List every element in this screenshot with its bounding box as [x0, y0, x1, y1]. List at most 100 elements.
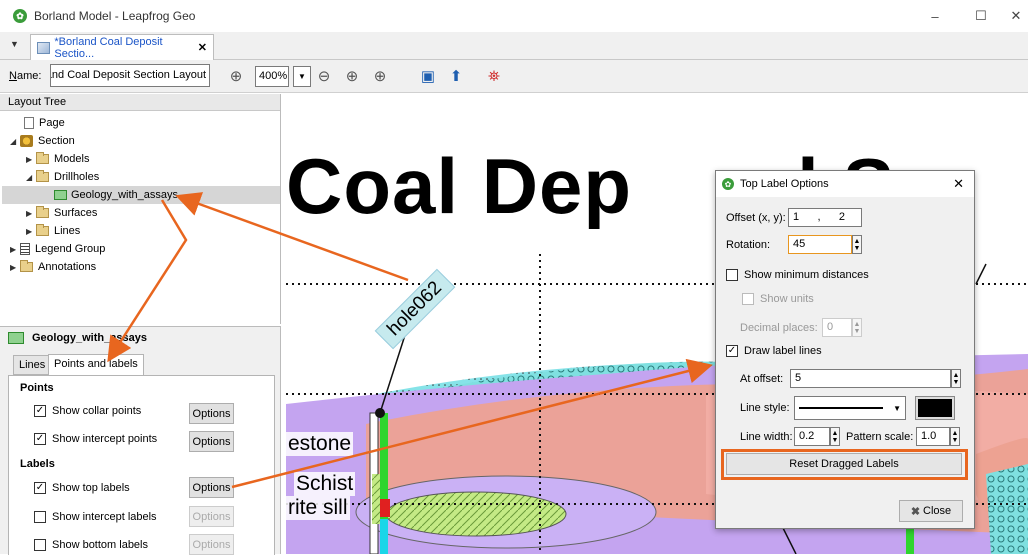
intercept-labels-options-button[interactable]: Options [189, 506, 234, 527]
rotation-spinner-icon[interactable]: ▲ ▼ [852, 235, 862, 254]
expand-triangle-icon[interactable]: ▶ [26, 155, 36, 164]
expand-triangle-icon[interactable]: ▶ [26, 227, 36, 236]
tree-item-lines[interactable]: ▶ Lines [26, 222, 80, 240]
offset-label: Offset (x, y): [726, 211, 786, 224]
tree-item-annotations[interactable]: ▶ Annotations [10, 258, 96, 276]
dropdown-arrow-icon: ▼ [893, 403, 901, 413]
zoom-level-input[interactable]: 400% [255, 66, 289, 87]
show-units-checkbox[interactable]: Show units [742, 293, 814, 305]
dialog-title: Top Label Options [740, 178, 829, 190]
export-icon[interactable]: ⬆ [446, 66, 466, 86]
offset-input[interactable]: 1,2 [788, 208, 862, 227]
tree-item-legend-group[interactable]: ▶ Legend Group [10, 240, 105, 258]
show-intercept-labels-checkbox[interactable]: Show intercept labels [34, 511, 157, 523]
collar-options-button[interactable]: Options [189, 403, 234, 424]
decimal-spinner-icon[interactable]: ▲ ▼ [852, 318, 862, 337]
tree-item-drillholes[interactable]: ◢ Drillholes [26, 168, 99, 186]
offset-separator: , [817, 211, 821, 223]
expand-triangle-icon[interactable]: ▶ [10, 245, 20, 254]
intercept-options-button[interactable]: Options [189, 431, 234, 452]
tree-item-section[interactable]: ◢ Section [10, 132, 75, 150]
checkbox-checked-icon[interactable]: ✓ [34, 482, 46, 494]
line-style-select[interactable]: ▼ [794, 396, 906, 420]
window-close-button[interactable]: ✕ [1004, 0, 1028, 32]
checkbox-checked-icon[interactable]: ✓ [34, 405, 46, 417]
maximize-button[interactable]: ☐ [958, 0, 1004, 32]
leapfrog-app-icon: ✿ [722, 178, 734, 190]
leapfrog-app-icon: ✿ [13, 9, 27, 23]
zoom-out-icon[interactable]: ⊖ [314, 66, 334, 86]
checkbox-unchecked-icon[interactable] [726, 269, 738, 281]
folder-icon [36, 206, 49, 218]
pattern-scale-input[interactable]: 1.0 [916, 427, 950, 446]
tab-lines[interactable]: Lines [13, 355, 52, 375]
tree-item-models[interactable]: ▶ Models [26, 150, 89, 168]
checkbox-checked-icon[interactable]: ✓ [34, 433, 46, 445]
tab-list-dropdown-icon[interactable]: ▼ [10, 39, 19, 49]
zoom-page-icon[interactable]: ⊕ [370, 66, 390, 86]
rotation-input[interactable]: 45 [788, 235, 852, 254]
pattern-scale-label: Pattern scale: [846, 430, 914, 443]
document-tab-label: *Borland Coal Deposit Sectio... [54, 35, 163, 60]
top-labels-options-button[interactable]: Options [189, 477, 234, 498]
show-intercept-points-checkbox[interactable]: ✓ Show intercept points [34, 433, 157, 445]
legend-icon [20, 243, 30, 255]
draw-label-lines-checkbox[interactable]: ✓ Draw label lines [726, 345, 822, 357]
expand-triangle-icon[interactable]: ▶ [10, 263, 20, 272]
line-width-label: Line width: [740, 430, 793, 443]
collapse-triangle-icon[interactable]: ◢ [10, 137, 20, 146]
line-width-input[interactable]: 0.2 [794, 427, 830, 446]
properties-panel: Geology_with_assays Lines Points and lab… [0, 326, 281, 555]
properties-title: Geology_with_assays [8, 332, 147, 344]
help-icon[interactable]: ⛯ [484, 66, 504, 86]
folder-icon [20, 260, 33, 272]
tree-item-surfaces[interactable]: ▶ Surfaces [26, 204, 97, 222]
zoom-fit-icon[interactable]: ⊕ [342, 66, 362, 86]
tree-item-geology-with-assays[interactable]: Geology_with_assays [2, 186, 280, 204]
rock-label-sill: rite sill [286, 496, 350, 520]
line-width-spinner-icon[interactable]: ▲ ▼ [830, 427, 840, 446]
page-icon [24, 117, 34, 129]
show-top-labels-checkbox[interactable]: ✓ Show top labels [34, 482, 130, 494]
line-color-swatch[interactable] [915, 396, 955, 420]
save-icon[interactable]: ▣ [418, 66, 438, 86]
checkbox-unchecked-icon[interactable] [34, 511, 46, 523]
points-section-header: Points [20, 382, 54, 394]
section-layout-icon [37, 41, 51, 54]
checkbox-checked-icon[interactable]: ✓ [726, 345, 738, 357]
dialog-close-button[interactable]: ✖ Close [899, 500, 963, 522]
minimize-button[interactable]: – [912, 0, 958, 32]
bottom-labels-options-button[interactable]: Options [189, 534, 234, 555]
collar-point [375, 408, 385, 418]
layout-name-input[interactable]: Borland Coal Deposit Section Layout [50, 64, 210, 87]
checkbox-unchecked-icon[interactable] [742, 293, 754, 305]
show-collar-points-checkbox[interactable]: ✓ Show collar points [34, 405, 141, 417]
decimal-places-input[interactable]: 0 [822, 318, 852, 337]
rotation-row: Rotation: 45 ▲ ▼ [726, 235, 862, 254]
pattern-scale-spinner-icon[interactable]: ▲ ▼ [950, 427, 960, 446]
document-tabstrip: ▼ *Borland Coal Deposit Sectio... ✕ [0, 32, 1028, 60]
zoom-in-icon[interactable]: ⊕ [226, 66, 246, 86]
zoom-dropdown-icon[interactable]: ▼ [293, 66, 311, 87]
drillhole-table-icon [54, 190, 67, 200]
reset-button-highlight [721, 449, 968, 480]
show-bottom-labels-checkbox[interactable]: Show bottom labels [34, 539, 148, 551]
at-offset-spinner-icon[interactable]: ▲ ▼ [951, 369, 961, 388]
line-style-label: Line style: [740, 402, 790, 414]
rotation-label: Rotation: [726, 238, 771, 251]
at-offset-label: At offset: [740, 372, 784, 385]
tab-points-and-labels[interactable]: Points and labels [48, 354, 144, 376]
checkbox-unchecked-icon[interactable] [34, 539, 46, 551]
show-min-distances-checkbox[interactable]: Show minimum distances [726, 269, 869, 281]
collapse-triangle-icon[interactable]: ◢ [26, 173, 36, 182]
document-tab[interactable]: *Borland Coal Deposit Sectio... ✕ [30, 34, 214, 60]
dialog-titlebar: ✿ Top Label Options ✕ [716, 171, 974, 197]
dialog-close-icon[interactable]: ✕ [953, 176, 964, 192]
line-width-row: Line width: 0.2 ▲ ▼ Pattern scale: 1.0 ▲ ▼ [740, 427, 960, 446]
layout-toolbar: Name: Borland Coal Deposit Section Layou… [0, 60, 1028, 93]
expand-triangle-icon[interactable]: ▶ [26, 209, 36, 218]
window-title: Borland Model - Leapfrog Geo [34, 9, 196, 23]
tree-item-page[interactable]: Page [14, 114, 65, 132]
close-tab-icon[interactable]: ✕ [198, 41, 207, 54]
at-offset-input[interactable]: 5 [790, 369, 951, 388]
